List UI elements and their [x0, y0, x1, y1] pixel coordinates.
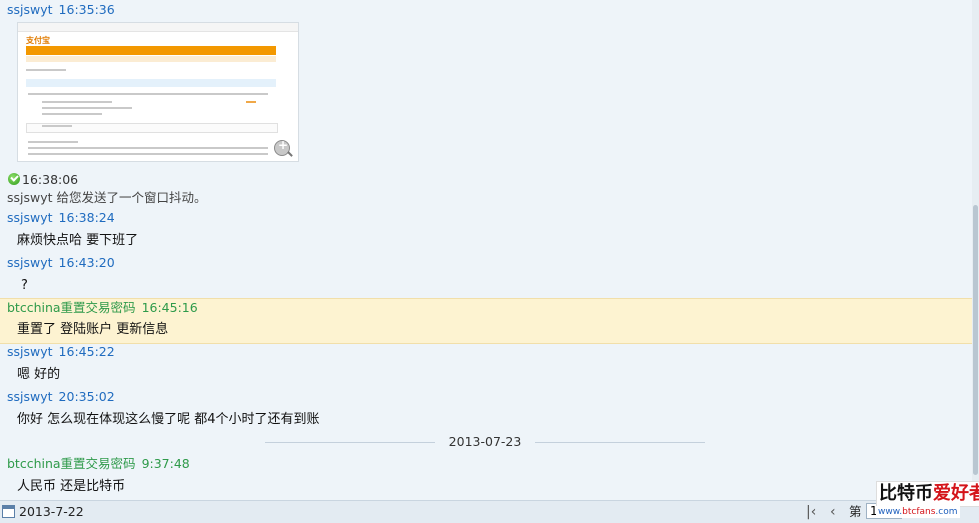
message-text: 嗯 好的 [17, 367, 61, 382]
message-time: 20:35:02 [58, 389, 115, 404]
first-page-icon[interactable]: |‹ [806, 503, 816, 521]
message-text: 人民币 还是比特币 [17, 479, 126, 494]
message-text: ? [21, 278, 28, 293]
watermark-url-prefix: www. [878, 507, 903, 517]
check-icon [8, 173, 20, 185]
message-time: 9:37:48 [141, 456, 190, 471]
message-header: btcchina重置交易密码 9:37:48 [7, 455, 190, 472]
scrollbar-thumb[interactable] [973, 205, 978, 475]
message-time: 16:43:20 [58, 255, 115, 270]
calendar-icon[interactable] [2, 505, 15, 518]
history-footer: 2013-7-22 |‹ ‹ 第 [0, 500, 979, 523]
watermark-text-red: 爱好者 [933, 483, 979, 504]
sender-name: ssjswyt [7, 389, 53, 404]
system-time-text: 16:38:06 [22, 172, 79, 187]
sender-name: btcchina重置交易密码 [7, 456, 136, 471]
message-header: ssjswyt 16:35:36 [7, 1, 115, 18]
date-divider: 2013-07-23 [265, 433, 705, 451]
chat-history: ssjswyt 16:35:36 支付宝 16:38:06 ssjswyt 给您发… [0, 0, 972, 500]
system-notice-text: ssjswyt 给您发送了一个窗口抖动。 [7, 190, 207, 205]
watermark-url-suffix: .com [935, 507, 958, 517]
page-label: 第 [849, 504, 862, 519]
zoom-icon[interactable] [274, 138, 290, 156]
message-time: 16:45:16 [141, 300, 198, 315]
screenshot-thumbnail[interactable]: 支付宝 [17, 22, 299, 162]
sender-name: btcchina重置交易密码 [7, 300, 136, 315]
watermark-text-black: 比特币 [879, 483, 933, 504]
message-text: 重置了 登陆账户 更新信息 [17, 322, 169, 337]
message-time: 16:45:22 [58, 344, 115, 359]
previous-page-icon[interactable]: ‹ [830, 503, 836, 521]
sender-name: ssjswyt [7, 344, 53, 359]
thumbnail-logo: 支付宝 [26, 36, 50, 45]
message-header: btcchina重置交易密码 16:45:16 [7, 299, 198, 316]
system-notice-time: 16:38:06 [8, 171, 78, 189]
sender-name: ssjswyt [7, 255, 53, 270]
watermark-url-domain: btcfans [902, 507, 936, 517]
vertical-scrollbar[interactable] [972, 0, 979, 500]
message-header: ssjswyt 20:35:02 [7, 388, 115, 405]
message-time: 16:35:36 [58, 2, 115, 17]
watermark: 比特币爱好者 www.btcfans.com [876, 481, 979, 519]
message-text: 麻烦快点哈 要下班了 [17, 233, 139, 248]
message-header: ssjswyt 16:45:22 [7, 343, 115, 360]
sender-name: ssjswyt [7, 2, 53, 17]
history-date[interactable]: 2013-7-22 [19, 504, 84, 520]
message-header: ssjswyt 16:43:20 [7, 254, 115, 271]
sender-name: ssjswyt [7, 210, 53, 225]
message-header: ssjswyt 16:38:24 [7, 209, 115, 226]
message-time: 16:38:24 [58, 210, 115, 225]
message-text: 你好 怎么现在体现这么慢了呢 都4个小时了还有到账 [17, 412, 320, 427]
